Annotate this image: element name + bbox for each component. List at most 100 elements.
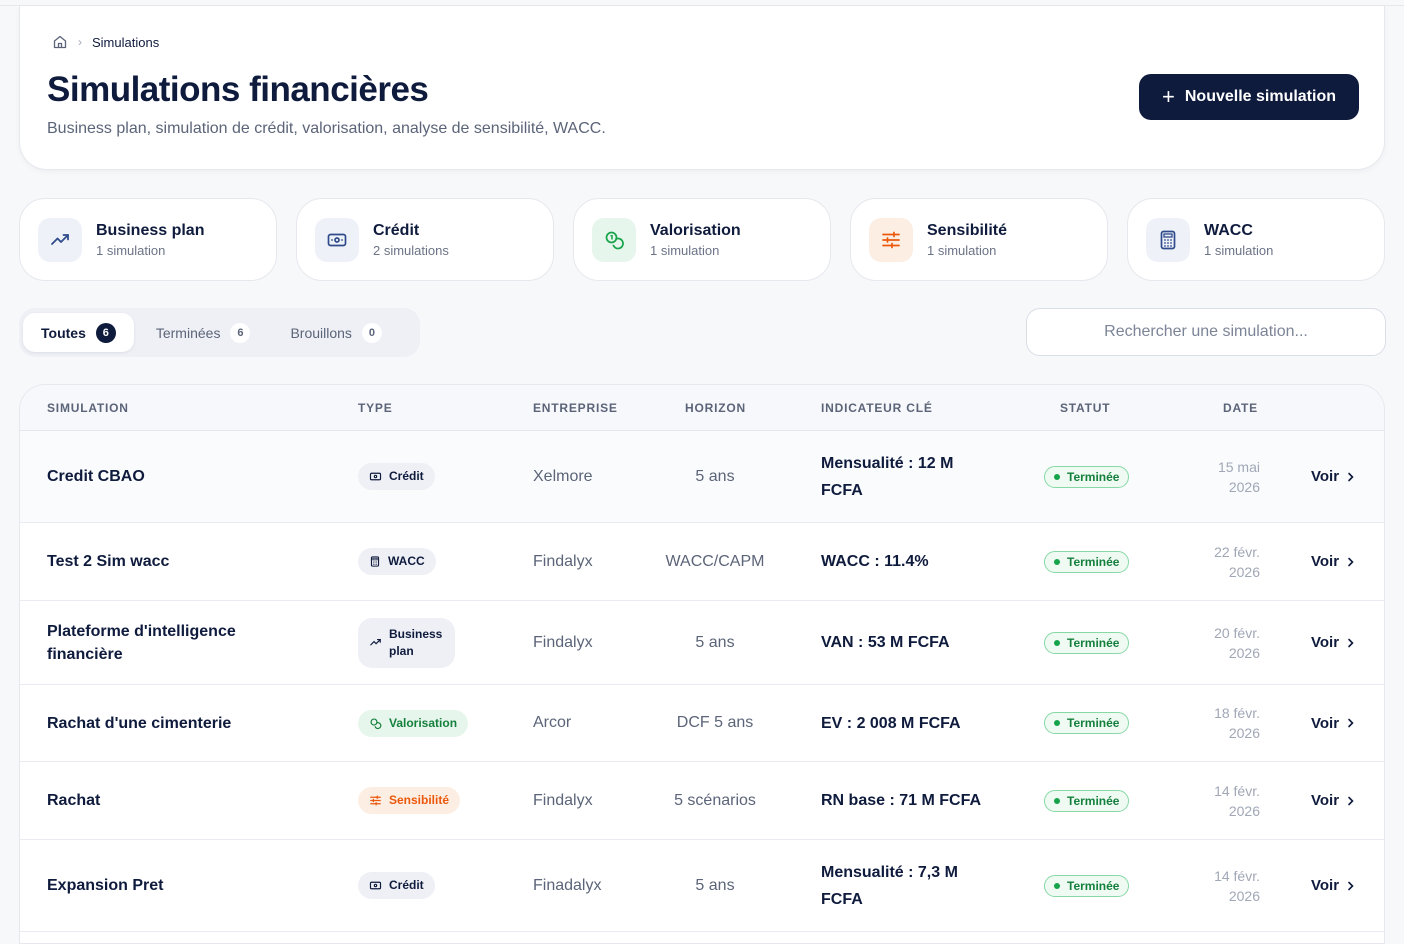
- type-card-wacc[interactable]: WACC 1 simulation: [1127, 198, 1385, 281]
- status-label: Terminée: [1067, 469, 1120, 484]
- view-button[interactable]: Voir: [1311, 601, 1355, 684]
- status-badge: Terminée: [1044, 874, 1130, 897]
- entreprise-cell: Xelmore: [533, 467, 593, 485]
- tab-toutes[interactable]: Toutes 6: [23, 313, 134, 352]
- date-cell: 20 févr. 2026: [1180, 601, 1260, 684]
- type-card-count: 1 simulation: [650, 242, 720, 258]
- home-icon[interactable]: [52, 34, 68, 50]
- calculator-icon: [370, 556, 380, 567]
- view-button[interactable]: Voir: [1311, 431, 1355, 522]
- table-row[interactable]: Rachat d'une cimenterie Valorisation Arc…: [20, 685, 1384, 762]
- simulation-name[interactable]: Rachat d'une cimenterie: [47, 685, 307, 761]
- type-badge-wacc: WACC: [358, 548, 436, 575]
- status-badge: Terminée: [1044, 550, 1130, 573]
- date-cell: 14 févr. 2026: [1180, 840, 1260, 931]
- entreprise-cell: Finadalyx: [533, 876, 602, 894]
- table-row[interactable]: Plateforme d'intelligence financière Bus…: [20, 601, 1384, 685]
- table-row[interactable]: Expansion Pret Crédit Finadalyx 5 ans Me…: [20, 840, 1384, 932]
- status-label: Terminée: [1067, 554, 1120, 569]
- view-label: Voir: [1311, 553, 1340, 570]
- table-row[interactable]: Rachat Sensibilité Findalyx 5 scénarios …: [20, 762, 1384, 840]
- date-day: 14 févr.: [1214, 782, 1260, 799]
- simulation-name[interactable]: Rachat: [47, 762, 307, 839]
- type-badge-label: Sensibilité: [389, 793, 450, 807]
- type-card-sensibilite[interactable]: Sensibilité 1 simulation: [850, 198, 1108, 281]
- type-card-title: Sensibilité: [927, 221, 1008, 239]
- type-card-business-plan[interactable]: Business plan 1 simulation: [19, 198, 277, 281]
- date-day: 20 févr.: [1214, 624, 1260, 641]
- indicator-cell: WACC : 11.4%: [821, 553, 929, 570]
- simulation-type-cards: Business plan 1 simulation Crédit 2 simu…: [19, 198, 1385, 281]
- type-badge-valorisation: Valorisation: [358, 709, 469, 737]
- column-header-horizon[interactable]: HORIZON: [685, 401, 746, 415]
- type-badge-label: Crédit: [389, 469, 424, 483]
- status-dot-icon: [1054, 720, 1060, 726]
- banknote-icon: [369, 881, 382, 890]
- new-simulation-button[interactable]: + Nouvelle simulation: [1139, 74, 1359, 120]
- simulation-name[interactable]: Plateforme d'intelligence financière: [47, 601, 307, 684]
- type-card-credit[interactable]: Crédit 2 simulations: [296, 198, 554, 281]
- tab-label: Toutes: [41, 324, 86, 341]
- date-day: 18 févr.: [1214, 705, 1260, 721]
- breadcrumb-current: Simulations: [92, 34, 160, 50]
- date-day: 15 mai: [1217, 458, 1260, 475]
- tab-count-badge: 0: [361, 322, 382, 343]
- chevron-right-icon: [1348, 557, 1354, 566]
- column-header-indicateur[interactable]: INDICATEUR CLÉ: [821, 401, 933, 415]
- tab-brouillons[interactable]: Brouillons 0: [272, 313, 399, 352]
- status-badge: Terminée: [1044, 789, 1130, 812]
- horizon-cell: 5 ans: [695, 633, 735, 651]
- view-button[interactable]: Voir: [1311, 762, 1355, 839]
- status-cell: Terminée: [1044, 840, 1130, 931]
- entreprise-cell: Findalyx: [533, 552, 593, 570]
- plus-icon: +: [1162, 84, 1175, 109]
- view-button[interactable]: Voir: [1311, 523, 1355, 600]
- type-cell: Crédit: [358, 840, 435, 931]
- status-label: Terminée: [1067, 878, 1120, 893]
- chevron-right-icon: [1348, 472, 1354, 481]
- date-cell: 14 févr. 2026: [1180, 762, 1260, 839]
- table-row[interactable]: Test 2 Sim wacc WACC Findalyx WACC/CAPM …: [20, 523, 1384, 601]
- status-cell: Terminée: [1044, 601, 1130, 684]
- type-cell: Sensibilité: [358, 762, 461, 839]
- type-card-count: 2 simulations: [373, 242, 449, 258]
- type-card-title: WACC: [1204, 221, 1253, 239]
- chevron-right-icon: ›: [78, 35, 82, 49]
- type-badge-label: Crédit: [389, 878, 424, 892]
- date-day: 22 févr.: [1214, 543, 1260, 560]
- column-header-entreprise[interactable]: ENTREPRISE: [533, 401, 618, 415]
- search-input[interactable]: [1026, 308, 1386, 356]
- tab-count-badge: 6: [230, 322, 251, 343]
- status-cell: Terminée: [1044, 685, 1130, 761]
- chevron-right-icon: [1348, 881, 1354, 890]
- status-label: Terminée: [1067, 716, 1120, 730]
- simulation-name[interactable]: Credit CBAO: [47, 431, 307, 522]
- type-cell: Business plan: [358, 601, 455, 684]
- status-dot-icon: [1054, 473, 1060, 480]
- entreprise-cell: Findalyx: [533, 791, 593, 809]
- page-header: › Simulations Simulations financières Bu…: [19, 6, 1385, 170]
- indicator-cell: Mensualité : 12 M FCFA: [821, 454, 954, 499]
- status-label: Terminée: [1067, 635, 1120, 650]
- indicator-cell: Mensualité : 7,3 M FCFA: [821, 863, 958, 908]
- simulation-name[interactable]: Test 2 Sim wacc: [47, 523, 307, 600]
- type-card-count: 1 simulation: [96, 242, 166, 258]
- column-header-simulation[interactable]: SIMULATION: [47, 401, 129, 415]
- view-label: Voir: [1311, 877, 1340, 894]
- view-button[interactable]: Voir: [1311, 840, 1355, 931]
- status-cell: Terminée: [1044, 523, 1130, 600]
- view-button[interactable]: Voir: [1311, 685, 1355, 761]
- coins-icon: [592, 217, 636, 262]
- banknote-icon: [315, 217, 359, 262]
- indicator-cell: VAN : 53 M FCFA: [821, 634, 950, 651]
- column-header-type[interactable]: TYPE: [358, 401, 393, 415]
- sliders-icon: [869, 217, 913, 262]
- table-row[interactable]: Credit CBAO Crédit Xelmore 5 ans Mensual…: [20, 431, 1384, 523]
- tab-terminees[interactable]: Terminées 6: [138, 313, 269, 352]
- column-header-date[interactable]: DATE: [1223, 401, 1258, 415]
- type-card-valorisation[interactable]: Valorisation 1 simulation: [573, 198, 831, 281]
- simulation-name[interactable]: Expansion Pret: [47, 840, 307, 931]
- column-header-statut[interactable]: STATUT: [1060, 401, 1110, 415]
- simulations-table: SIMULATION TYPE ENTREPRISE HORIZON INDIC…: [19, 384, 1385, 944]
- status-cell: Terminée: [1044, 431, 1130, 522]
